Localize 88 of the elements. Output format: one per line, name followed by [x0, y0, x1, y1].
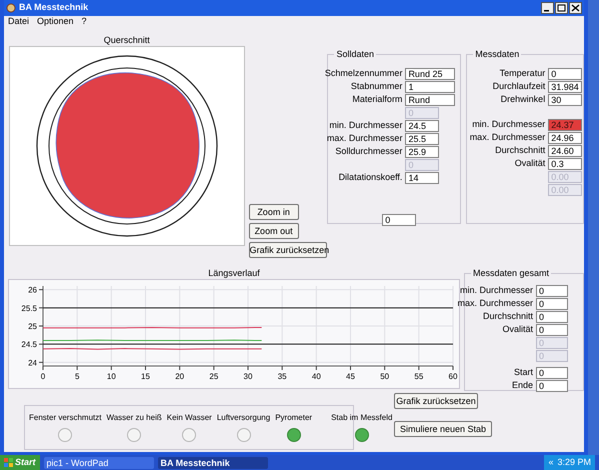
field-label: Start — [514, 366, 533, 379]
input-field[interactable]: 0 — [536, 366, 568, 378]
input-field[interactable]: 0 — [382, 214, 416, 226]
input-field[interactable]: Rund — [405, 94, 456, 106]
input-field[interactable]: 0 — [536, 298, 568, 310]
axis-label: 40 — [312, 372, 321, 381]
action-button[interactable]: Grafik zurücksetzen — [394, 393, 478, 409]
axis-label: 45 — [346, 372, 355, 381]
axis-label: 5 — [74, 372, 80, 381]
input-field[interactable]: 0 — [536, 310, 568, 322]
input-field[interactable]: 14 — [405, 172, 440, 184]
field-label: Durchlaufzeit — [492, 80, 546, 93]
field-label: Ende — [512, 378, 533, 392]
app-icon — [6, 3, 16, 13]
input-field[interactable]: 0 — [536, 380, 568, 392]
action-button[interactable]: Grafik zurücksetzen — [248, 242, 327, 258]
group-title: Messdaten gesamt — [471, 267, 552, 279]
field-label: max. Durchmesser — [457, 296, 533, 310]
taskbar-button[interactable]: pic1 - WordPad — [44, 456, 154, 468]
axis-label: 24.5 — [21, 340, 37, 350]
input-field[interactable]: 0.3 — [548, 158, 582, 170]
axis-label: 35 — [278, 372, 287, 381]
indicator-label: Kein Wasser — [166, 412, 212, 424]
field-label: min. Durchmesser — [329, 118, 402, 132]
input-field[interactable]: 0 — [536, 324, 568, 336]
indicator-label: Fenster verschmutzt — [29, 412, 102, 424]
field-label: max. Durchmesser — [470, 130, 546, 144]
menu-item[interactable]: Datei — [8, 15, 30, 29]
axis-label: 26 — [28, 286, 37, 295]
field-label: max. Durchmesser — [326, 132, 402, 145]
input-field[interactable]: 31.984 — [548, 80, 582, 92]
action-button[interactable]: Simuliere neuen Stab — [394, 421, 492, 437]
axis-label: 25 — [28, 322, 37, 331]
input-field[interactable]: 1 — [405, 80, 456, 92]
axis-label: 10 — [106, 372, 116, 381]
field-label: min. Durchmesser — [472, 118, 546, 131]
input-field[interactable]: 24.96 — [548, 132, 582, 144]
action-button[interactable]: Zoom in — [248, 204, 299, 220]
field-label: Drehwinkel — [500, 92, 546, 106]
axis-label: 0 — [40, 372, 46, 381]
field-label: Ovalität — [502, 322, 533, 336]
start-button[interactable]: Start — [0, 455, 40, 470]
field-label: Ovalität — [514, 156, 546, 170]
group-title: Messdaten — [473, 48, 522, 60]
chart-title: Längsverlauf — [208, 267, 260, 279]
input-field[interactable]: 24.60 — [548, 144, 582, 156]
axis-label: 55 — [414, 372, 424, 381]
input-field[interactable]: 0 — [536, 284, 568, 296]
axis-label: 60 — [448, 372, 458, 381]
axis-label: 50 — [380, 372, 390, 381]
field-label: Temperatur — [500, 66, 546, 80]
group-title: Solldaten — [334, 48, 376, 60]
field-label: Schmelzennummer — [324, 66, 402, 80]
input-field[interactable]: 25.5 — [405, 132, 440, 144]
input-field[interactable]: 24.5 — [405, 120, 440, 132]
action-button[interactable]: Zoom out — [248, 223, 299, 239]
window-title: BA Messtechnik — [19, 1, 88, 14]
indicator-label: Wasser zu heiß — [106, 412, 162, 424]
plot-title: Querschnitt — [104, 34, 150, 46]
input-field[interactable]: Rund 25 — [405, 68, 456, 80]
taskbar-button[interactable]: BA Messtechnik — [158, 456, 268, 468]
maximize-icon[interactable] — [555, 2, 568, 14]
windows-logo-icon — [4, 458, 13, 467]
indicator-label: Pyrometer — [275, 412, 312, 424]
menu-item[interactable]: ? — [82, 15, 87, 29]
field-label: Materialform — [352, 92, 402, 106]
axis-label: 25.5 — [21, 304, 37, 313]
indicator-label: Luftversorgung — [216, 412, 270, 424]
menu-item[interactable]: Optionen — [37, 15, 74, 29]
field-label: Dilatationskoeff. — [338, 170, 402, 184]
input-field[interactable]: 30 — [548, 94, 582, 106]
field-label: Durchschnitt — [495, 144, 546, 157]
axis-label: 30 — [244, 372, 252, 381]
close-icon[interactable] — [569, 2, 582, 14]
field-label: Stabnummer — [350, 80, 402, 93]
clock: 3:29 PM — [557, 456, 591, 469]
input-field[interactable]: 24.37 — [548, 118, 582, 130]
axis-label: 25 — [209, 372, 218, 381]
minimize-icon[interactable] — [541, 2, 554, 14]
field-label: Solldurchmesser — [335, 144, 402, 158]
field-label: Durchschnitt — [482, 310, 533, 323]
axis-label: 24 — [28, 358, 37, 368]
field-label: min. Durchmesser — [460, 284, 533, 297]
axis-label: 15 — [141, 372, 150, 381]
input-field[interactable]: 25.9 — [405, 146, 440, 158]
input-field[interactable]: 0 — [548, 68, 582, 80]
indicator-label: Stab im Messfeld — [331, 412, 392, 424]
axis-label: 20 — [175, 372, 184, 381]
